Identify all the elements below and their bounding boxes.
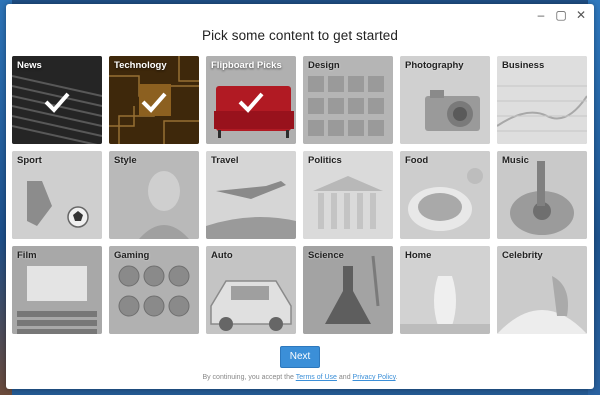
titlebar: – ▢ ✕ (6, 4, 594, 26)
tile-food[interactable]: Food (400, 151, 490, 239)
next-button[interactable]: Next (280, 346, 320, 368)
tile-label: Gaming (114, 250, 150, 261)
tile-politics[interactable]: Politics (303, 151, 393, 239)
tile-label: Home (405, 250, 432, 261)
tile-film[interactable]: Film (12, 246, 102, 334)
tile-label: Sport (17, 155, 42, 166)
tile-auto[interactable]: Auto (206, 246, 296, 334)
privacy-policy-link[interactable]: Privacy Policy (353, 374, 396, 381)
tile-technology[interactable]: Technology (109, 56, 199, 144)
tile-science[interactable]: Science (303, 246, 393, 334)
tile-business[interactable]: Business (497, 56, 587, 144)
tile-label: Design (308, 60, 340, 71)
tile-flipboard-picks[interactable]: Flipboard Picks (206, 56, 296, 144)
tile-sport[interactable]: Sport (12, 151, 102, 239)
tile-label: Technology (114, 60, 167, 71)
check-icon (141, 92, 167, 113)
check-icon (238, 92, 264, 113)
topic-grid: News Technology Flipboard Picks Design P… (12, 56, 588, 338)
tile-label: Science (308, 250, 344, 261)
tile-design[interactable]: Design (303, 56, 393, 144)
tile-label: Business (502, 60, 545, 71)
tile-label: Politics (308, 155, 342, 166)
close-button[interactable]: ✕ (572, 6, 590, 24)
tile-music[interactable]: Music (497, 151, 587, 239)
check-icon (44, 92, 70, 113)
tile-label: Style (114, 155, 137, 166)
minimize-button[interactable]: – (532, 6, 550, 24)
tile-photography[interactable]: Photography (400, 56, 490, 144)
tile-home[interactable]: Home (400, 246, 490, 334)
tile-label: Auto (211, 250, 233, 261)
terms-notice: By continuing, you accept the Terms of U… (6, 374, 594, 381)
terms-and: and (338, 374, 351, 381)
terms-prefix: By continuing, you accept the (202, 374, 294, 381)
tile-label: Celebrity (502, 250, 543, 261)
tile-label: Photography (405, 60, 464, 71)
tile-news[interactable]: News (12, 56, 102, 144)
terms-of-use-link[interactable]: Terms of Use (296, 374, 337, 381)
terms-suffix: . (395, 374, 398, 381)
tile-label: Food (405, 155, 429, 166)
onboarding-window: – ▢ ✕ Pick some content to get started N… (6, 4, 594, 389)
tile-label: News (17, 60, 42, 71)
page-title: Pick some content to get started (201, 28, 399, 43)
tile-label: Flipboard Picks (211, 60, 282, 71)
tile-label: Music (502, 155, 529, 166)
tile-style[interactable]: Style (109, 151, 199, 239)
tile-celebrity[interactable]: Celebrity (497, 246, 587, 334)
maximize-button[interactable]: ▢ (552, 6, 570, 24)
tile-travel[interactable]: Travel (206, 151, 296, 239)
tile-label: Film (17, 250, 37, 261)
tile-gaming[interactable]: Gaming (109, 246, 199, 334)
tile-label: Travel (211, 155, 239, 166)
